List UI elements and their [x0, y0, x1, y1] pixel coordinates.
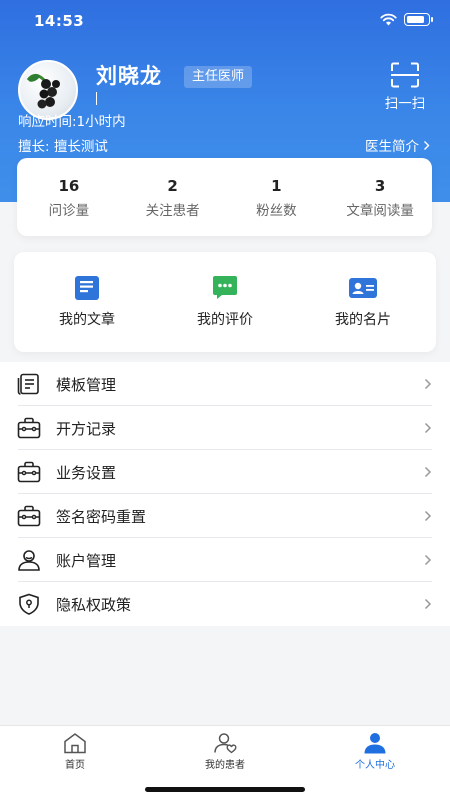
my-articles-button[interactable]: 我的文章 [18, 252, 156, 352]
toolbox-icon [17, 417, 41, 439]
battery-level [406, 15, 424, 23]
quick-action-label: 我的名片 [335, 312, 391, 328]
chevron-right-icon [424, 140, 430, 150]
quick-actions-card: 我的文章 我的评价 我的名片 [14, 252, 436, 352]
scan-button[interactable]: 扫一扫 [378, 62, 432, 114]
shield-icon [19, 593, 39, 615]
tab-label: 我的患者 [205, 760, 245, 771]
stats-card: 16 问诊量 2 关注患者 1 粉丝数 3 文章阅读量 [17, 158, 432, 236]
menu-label: 隐私权政策 [56, 595, 132, 614]
home-icon [64, 733, 86, 754]
doctor-title-badge: 主任医师 [184, 66, 253, 88]
toolbox-icon [17, 505, 41, 527]
patients-icon [214, 733, 237, 754]
status-icons [380, 13, 433, 26]
battery-icon [404, 13, 433, 26]
doctor-bio-label: 医生简介 [365, 139, 419, 155]
stat-label: 问诊量 [48, 203, 90, 219]
chevron-right-icon [424, 598, 432, 610]
my-reviews-button[interactable]: 我的评价 [156, 252, 294, 352]
stat-article-reads[interactable]: 3 文章阅读量 [328, 158, 432, 236]
settings-menu: 模板管理 开方记录 业务设置 签名密码重置 账户管理 隐私权政策 [0, 362, 450, 626]
menu-item-account-management[interactable]: 账户管理 [0, 538, 450, 582]
stat-value: 3 [374, 177, 386, 195]
status-bar: 14:53 [0, 0, 450, 44]
menu-label: 业务设置 [56, 463, 117, 482]
menu-label: 模板管理 [56, 375, 117, 394]
home-indicator [145, 787, 305, 792]
business-card-icon [349, 278, 377, 298]
quick-action-label: 我的评价 [197, 312, 253, 328]
tab-label: 首页 [65, 760, 85, 771]
user-icon [18, 550, 40, 571]
tab-home[interactable]: 首页 [0, 726, 150, 800]
quick-action-label: 我的文章 [59, 312, 115, 328]
menu-item-business-settings[interactable]: 业务设置 [0, 450, 450, 494]
specialty: 擅长: 擅长测试 [18, 139, 108, 155]
chevron-right-icon [424, 378, 432, 390]
tab-personal-center[interactable]: 个人中心 [300, 726, 450, 800]
my-business-card-button[interactable]: 我的名片 [294, 252, 432, 352]
menu-item-prescription-records[interactable]: 开方记录 [0, 406, 450, 450]
chevron-right-icon [424, 466, 432, 478]
doctor-name: 刘晓龙 [96, 64, 162, 88]
menu-label: 账户管理 [56, 551, 117, 570]
stat-label: 关注患者 [145, 203, 200, 219]
chevron-right-icon [424, 510, 432, 522]
tab-label: 个人中心 [355, 760, 395, 771]
menu-item-signature-password-reset[interactable]: 签名密码重置 [0, 494, 450, 538]
stat-value: 16 [58, 177, 80, 195]
scan-icon [391, 62, 419, 88]
wifi-icon [380, 13, 397, 26]
menu-label: 签名密码重置 [56, 507, 147, 526]
stat-value: 1 [271, 177, 282, 195]
doctor-bio-link[interactable]: 医生简介 [365, 135, 430, 155]
status-time: 14:53 [34, 12, 85, 30]
template-icon [17, 373, 39, 395]
stat-label: 粉丝数 [256, 203, 297, 219]
menu-item-template-management[interactable]: 模板管理 [0, 362, 450, 406]
stat-followed-patients[interactable]: 2 关注患者 [121, 158, 225, 236]
stat-label: 文章阅读量 [346, 203, 414, 219]
toolbox-icon [17, 461, 41, 483]
comment-icon [213, 276, 237, 299]
stat-fans[interactable]: 1 粉丝数 [225, 158, 329, 236]
stat-consultations[interactable]: 16 问诊量 [17, 158, 121, 236]
menu-label: 开方记录 [56, 419, 117, 438]
chevron-right-icon [424, 422, 432, 434]
text-cursor [96, 92, 97, 105]
menu-item-privacy-policy[interactable]: 隐私权政策 [0, 582, 450, 626]
article-icon [75, 276, 99, 300]
scan-label: 扫一扫 [384, 96, 426, 112]
stat-value: 2 [167, 177, 178, 195]
chevron-right-icon [424, 554, 432, 566]
person-icon [364, 733, 386, 754]
response-time: 响应时间:1小时内 [18, 114, 126, 130]
